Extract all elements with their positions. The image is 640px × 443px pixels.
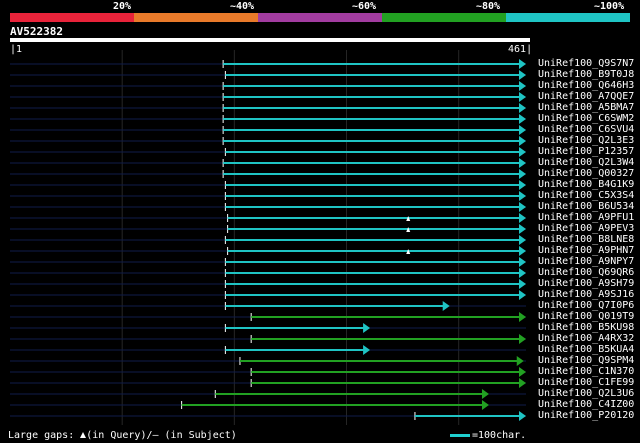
hit-label-uniref100-c1fe99[interactable]: UniRef100_C1FE99 bbox=[538, 377, 634, 388]
hit-label-uniref100-q9s7n7[interactable]: UniRef100_Q9S7N7 bbox=[538, 58, 634, 69]
alignment-arrowhead bbox=[519, 202, 526, 212]
hit-label-uniref100-a9phn7[interactable]: UniRef100_A9PHN7 bbox=[538, 245, 634, 256]
hit-label-uniref100-p12357[interactable]: UniRef100_P12357 bbox=[538, 146, 634, 157]
hit-label-uniref100-q646h3[interactable]: UniRef100_Q646H3 bbox=[538, 80, 634, 91]
alignment-arrowhead bbox=[519, 147, 526, 157]
alignment-arrowhead bbox=[519, 224, 526, 234]
alignment-arrowhead bbox=[363, 345, 371, 355]
alignment-arrowhead bbox=[519, 367, 526, 377]
alignment-arrowhead bbox=[519, 81, 526, 91]
scale-bar bbox=[450, 434, 470, 437]
alignment-arrowhead bbox=[519, 114, 526, 124]
hit-label-uniref100-c5x3s4[interactable]: UniRef100_C5X3S4 bbox=[538, 190, 634, 201]
alignment-arrowhead bbox=[519, 92, 526, 102]
hit-label-uniref100-c6swm2[interactable]: UniRef100_C6SWM2 bbox=[538, 113, 634, 124]
hit-label-uniref100-b4g1k9[interactable]: UniRef100_B4G1K9 bbox=[538, 179, 634, 190]
alignment-arrowhead bbox=[519, 268, 526, 278]
alignment-arrowhead bbox=[519, 191, 526, 201]
hit-label-uniref100-q69qr6[interactable]: UniRef100_Q69QR6 bbox=[538, 267, 634, 278]
alignment-arrowhead bbox=[519, 125, 526, 135]
hit-label-uniref100-p20120[interactable]: UniRef100_P20120 bbox=[538, 410, 634, 421]
alignment-arrowhead bbox=[481, 400, 489, 410]
hit-label-uniref100-q2l3w4[interactable]: UniRef100_Q2L3W4 bbox=[538, 157, 634, 168]
alignment-arrowhead bbox=[519, 279, 526, 289]
hit-label-uniref100-q00327[interactable]: UniRef100_Q00327 bbox=[538, 168, 634, 179]
alignment-arrowhead bbox=[519, 312, 526, 322]
hit-label-uniref100-q2l3u6[interactable]: UniRef100_Q2L3U6 bbox=[538, 388, 634, 399]
hit-label-uniref100-q2l3e3[interactable]: UniRef100_Q2L3E3 bbox=[538, 135, 634, 146]
hit-label-uniref100-b5kua4[interactable]: UniRef100_B5KUA4 bbox=[538, 344, 634, 355]
hit-label-uniref100-b6u534[interactable]: UniRef100_B6U534 bbox=[538, 201, 634, 212]
alignment-arrowhead bbox=[519, 136, 526, 146]
alignment-arrowhead bbox=[519, 213, 526, 223]
hit-label-uniref100-a9sj16[interactable]: UniRef100_A9SJ16 bbox=[538, 289, 634, 300]
hit-label-uniref100-c6svu4[interactable]: UniRef100_C6SVU4 bbox=[538, 124, 634, 135]
hit-label-uniref100-a7qqe7[interactable]: UniRef100_A7QQE7 bbox=[538, 91, 634, 102]
alignment-arrowhead bbox=[519, 103, 526, 113]
alignment-arrowhead bbox=[519, 411, 526, 421]
alignment-arrowhead bbox=[519, 235, 526, 245]
alignment-arrowhead bbox=[519, 169, 526, 179]
hit-label-uniref100-q019t9[interactable]: UniRef100_Q019T9 bbox=[538, 311, 634, 322]
alignment-arrowhead bbox=[519, 290, 526, 300]
hit-label-uniref100-a5bma7[interactable]: UniRef100_A5BMA7 bbox=[538, 102, 634, 113]
alignment-arrowhead bbox=[519, 59, 526, 69]
hit-label-uniref100-a9sh79[interactable]: UniRef100_A9SH79 bbox=[538, 278, 634, 289]
alignment-arrowhead bbox=[519, 246, 526, 256]
hit-label-uniref100-c1n370[interactable]: UniRef100_C1N370 bbox=[538, 366, 634, 377]
alignment-arrowhead bbox=[519, 257, 526, 267]
large-gaps-legend: Large gaps: (in Query)/– (in Subject) bbox=[8, 430, 237, 441]
alignment-arrowhead bbox=[519, 70, 526, 80]
hit-label-uniref100-a9npy7[interactable]: UniRef100_A9NPY7 bbox=[538, 256, 634, 267]
hit-label-uniref100-q9spm4[interactable]: UniRef100_Q9SPM4 bbox=[538, 355, 634, 366]
alignment-arrowhead bbox=[519, 334, 526, 344]
scale-legend: =100char. bbox=[450, 430, 526, 441]
hit-label-uniref100-a4rx32[interactable]: UniRef100_A4RX32 bbox=[538, 333, 634, 344]
hit-label-uniref100-b5ku98[interactable]: UniRef100_B5KU98 bbox=[538, 322, 634, 333]
alignment-arrowhead bbox=[363, 323, 371, 333]
hit-label-uniref100-b8lne8[interactable]: UniRef100_B8LNE8 bbox=[538, 234, 634, 245]
hit-label-uniref100-b9t0j8[interactable]: UniRef100_B9T0J8 bbox=[538, 69, 634, 80]
alignment-arrowhead bbox=[519, 378, 526, 388]
alignment-arrowhead bbox=[519, 180, 526, 190]
alignment-arrowhead bbox=[481, 389, 489, 399]
alignment-arrowhead bbox=[516, 356, 524, 366]
alignment-arrowhead bbox=[442, 301, 450, 311]
alignment-arrowhead bbox=[519, 158, 526, 168]
hit-label-uniref100-q7i0p6[interactable]: UniRef100_Q7I0P6 bbox=[538, 300, 634, 311]
hit-label-uniref100-c4iz00[interactable]: UniRef100_C4IZ00 bbox=[538, 399, 634, 410]
hit-label-uniref100-a9pfu1[interactable]: UniRef100_A9PFU1 bbox=[538, 212, 634, 223]
hit-label-uniref100-a9pev3[interactable]: UniRef100_A9PEV3 bbox=[538, 223, 634, 234]
